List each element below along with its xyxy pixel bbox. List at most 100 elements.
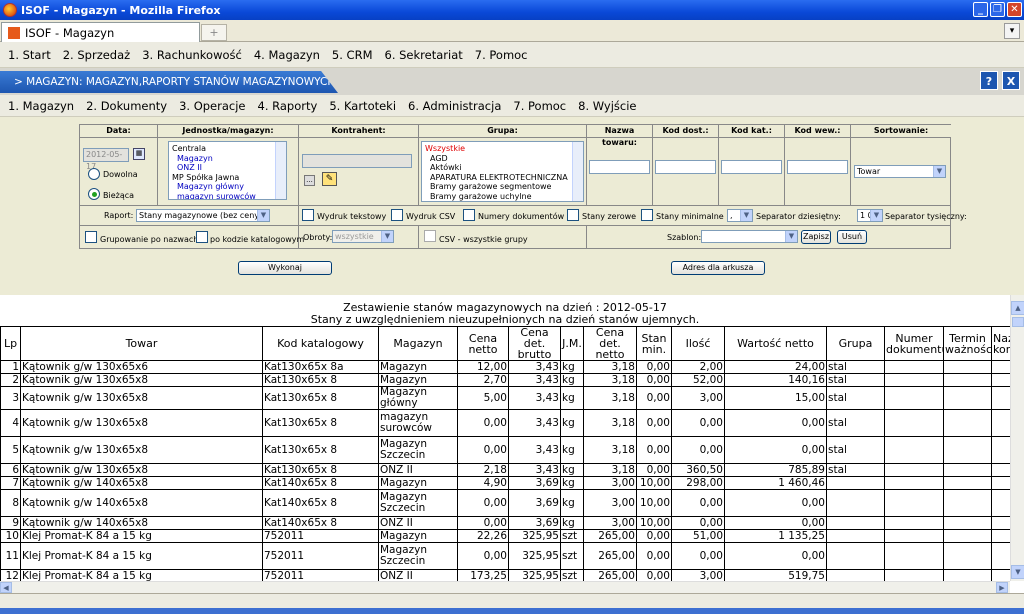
- table-cell: Magazyn Szczecin: [378, 489, 458, 517]
- top-menu-item[interactable]: 7. Pomoc: [475, 48, 528, 62]
- top-menu-item[interactable]: 6. Sekretariat: [385, 48, 463, 62]
- maximize-button[interactable]: ❐: [990, 2, 1005, 17]
- grupa-option[interactable]: Bramy garażowe uchylne: [425, 192, 580, 202]
- grupa-option[interactable]: Aktówki: [425, 163, 580, 173]
- po-kodzie-checkbox[interactable]: [196, 231, 208, 243]
- sub-menu-item[interactable]: 4. Raporty: [258, 99, 318, 113]
- table-cell: 785,89: [724, 463, 827, 477]
- calendar-icon[interactable]: ▦: [133, 148, 145, 160]
- stany-zerowe-checkbox[interactable]: [567, 209, 579, 221]
- sub-menu-item[interactable]: 1. Magazyn: [8, 99, 74, 113]
- table-cell: 3,43: [508, 360, 561, 374]
- top-menu-item[interactable]: 2. Sprzedaż: [63, 48, 130, 62]
- jednostka-option[interactable]: Magazyn główny: [172, 182, 283, 192]
- obroty-cell: Obroty: wszystkie ▼: [299, 226, 419, 249]
- section-header: > MAGAZYN: MAGAZYN,RAPORTY STANÓW MAGAZY…: [0, 68, 1024, 95]
- table-cell: 0,00: [457, 516, 509, 530]
- kod-kat-input[interactable]: [721, 160, 782, 174]
- table-cell: 3,00: [583, 516, 637, 530]
- sub-menu-item[interactable]: 7. Pomoc: [513, 99, 566, 113]
- date-input[interactable]: 2012-05-17: [83, 148, 129, 171]
- firefox-icon: [3, 3, 17, 17]
- table-cell: stal: [826, 360, 885, 374]
- table-cell: 3,18: [583, 409, 637, 437]
- nazwa-towaru-input[interactable]: [589, 160, 650, 174]
- table-cell: 0,00: [671, 516, 725, 530]
- table-cell: Kat130x65x 8a: [262, 360, 379, 374]
- top-menu-item[interactable]: 3. Rachunkowość: [142, 48, 242, 62]
- top-menu-item[interactable]: 1. Start: [8, 48, 51, 62]
- table-cell: 3,43: [508, 386, 561, 410]
- top-menu-item[interactable]: 5. CRM: [332, 48, 373, 62]
- grupa-option[interactable]: Bramy garażowe segmentowe: [425, 182, 580, 192]
- grupa-option[interactable]: AGD: [425, 154, 580, 164]
- jednostka-listbox[interactable]: Centrala Magazyn ONZ II MP Spółka Jawna Maga…: [168, 141, 287, 200]
- chevron-down-icon: ▼: [933, 166, 945, 177]
- grupa-scrollbar[interactable]: [572, 142, 583, 201]
- scroll-right-icon[interactable]: ▶: [996, 582, 1008, 593]
- kod-dost-input[interactable]: [655, 160, 716, 174]
- grupa-option[interactable]: APARATURA ELEKTROTECHNICZNA: [425, 173, 580, 183]
- browser-tab[interactable]: ISOF - Magazyn: [1, 22, 200, 42]
- help-button[interactable]: ?: [980, 71, 998, 90]
- usun-button[interactable]: Usuń: [837, 230, 867, 244]
- jednostka-option[interactable]: ONZ II: [172, 163, 283, 173]
- zapisz-button[interactable]: Zapisz: [801, 230, 831, 244]
- jednostka-option[interactable]: magazyn surowców: [172, 192, 283, 200]
- radio-dowolna[interactable]: [88, 168, 100, 180]
- sortowanie-select[interactable]: Towar ▼: [854, 165, 946, 178]
- szablon-select[interactable]: ▼: [701, 230, 798, 243]
- table-cell: Kat140x65x 8: [262, 489, 379, 517]
- scroll-down-icon[interactable]: ▼: [1011, 565, 1024, 579]
- close-section-button[interactable]: X: [1002, 71, 1020, 90]
- top-menu-item[interactable]: 4. Magazyn: [254, 48, 320, 62]
- separator-tysieczny-select[interactable]: 1 000 ▼: [857, 209, 883, 222]
- scroll-up-icon[interactable]: ▲: [1011, 301, 1024, 315]
- numery-dokumentow-checkbox[interactable]: [463, 209, 475, 221]
- wydruk-csv-checkbox[interactable]: [391, 209, 403, 221]
- raport-select[interactable]: Stany magazynowe (bez ceny z ▼: [136, 209, 270, 222]
- grupa-option[interactable]: Wszystkie: [425, 144, 580, 154]
- table-cell: 0,00: [724, 516, 827, 530]
- stany-minimalne-checkbox[interactable]: [641, 209, 653, 221]
- sub-menu-item[interactable]: 2. Dokumenty: [86, 99, 167, 113]
- eraser-icon[interactable]: ✎: [322, 172, 337, 186]
- csv-grupy-checkbox[interactable]: [424, 230, 436, 242]
- table-cell: [884, 529, 944, 543]
- header-sortowanie: Sortowanie:: [851, 125, 951, 138]
- table-cell: Kątownik g/w 130x65x8: [20, 436, 263, 464]
- new-tab-button[interactable]: +: [201, 24, 227, 41]
- wykonaj-button[interactable]: Wykonaj: [238, 261, 332, 275]
- table-row: 5 Kątownik g/w 130x65x8 Kat130x65x 8 Magazy…: [0, 436, 1010, 464]
- tab-list-button[interactable]: ▾: [1004, 23, 1020, 39]
- table-cell: 0,00: [636, 529, 672, 543]
- scroll-thumb[interactable]: [1012, 317, 1024, 327]
- column-header: Towar: [20, 326, 263, 361]
- sub-menu-item[interactable]: 3. Operacje: [179, 99, 245, 113]
- sub-menu-item[interactable]: 8. Wyjście: [578, 99, 636, 113]
- adres-arkusza-button[interactable]: Adres dla arkusza: [671, 261, 765, 275]
- jednostka-option[interactable]: Centrala: [172, 144, 283, 154]
- separator-dziesietny-select[interactable]: , ▼: [727, 209, 753, 222]
- close-window-button[interactable]: ✕: [1007, 2, 1022, 17]
- vertical-scrollbar[interactable]: ▲ ▼: [1010, 295, 1024, 581]
- window-titlebar: ISOF - Magazyn - Mozilla Firefox _ ❐ ✕: [0, 0, 1024, 20]
- kod-wew-input[interactable]: [787, 160, 848, 174]
- table-cell: [991, 436, 1010, 464]
- jednostka-option[interactable]: MP Spółka Jawna: [172, 173, 283, 183]
- sub-menu-item[interactable]: 5. Kartoteki: [329, 99, 396, 113]
- minimize-button[interactable]: _: [973, 2, 988, 17]
- sub-menu-item[interactable]: 6. Administracja: [408, 99, 501, 113]
- table-cell: 0,00: [636, 569, 672, 581]
- jednostka-option[interactable]: Magazyn: [172, 154, 283, 164]
- kontrahent-select-button[interactable]: ...: [304, 175, 315, 186]
- obroty-value: wszystkie: [335, 232, 374, 241]
- horizontal-scrollbar[interactable]: ◀ ▶: [0, 581, 1010, 593]
- wydruk-tekstowy-checkbox[interactable]: [302, 209, 314, 221]
- radio-biezaca[interactable]: [88, 188, 100, 200]
- scroll-left-icon[interactable]: ◀: [0, 582, 12, 593]
- jednostka-scrollbar[interactable]: [275, 142, 286, 199]
- grupa-listbox[interactable]: Wszystkie AGD Aktówki APARATURA ELEKTROTECH…: [421, 141, 584, 202]
- grupowanie-checkbox[interactable]: [85, 231, 97, 243]
- table-cell: 10,00: [636, 516, 672, 530]
